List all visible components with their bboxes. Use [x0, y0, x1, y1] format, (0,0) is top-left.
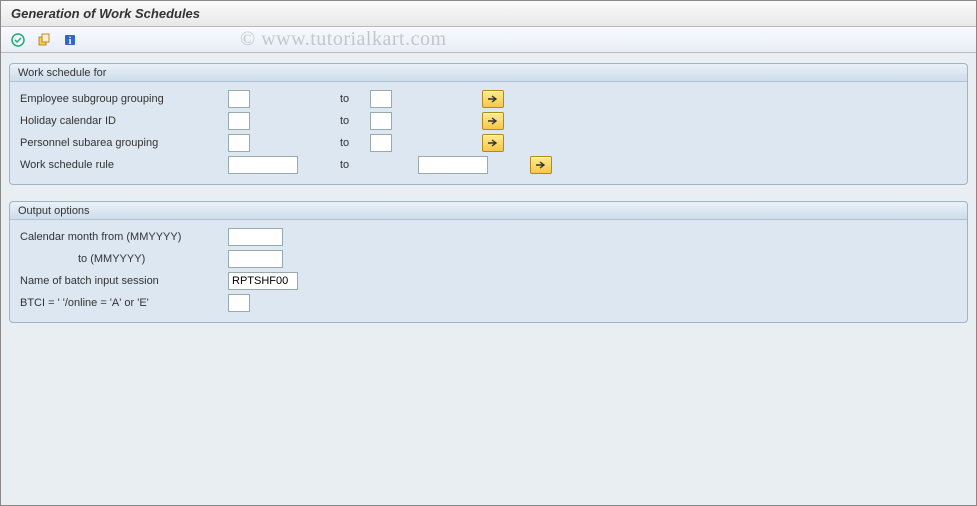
input-month-to[interactable]	[228, 250, 283, 268]
row-month-to: to (MMYYYY)	[18, 248, 959, 270]
to-label: to	[250, 115, 370, 127]
row-psa: Personnel subarea grouping to	[18, 132, 959, 154]
group-output-options: Output options Calendar month from (MMYY…	[9, 201, 968, 323]
multi-select-esg[interactable]	[482, 90, 504, 108]
group-work-schedule-body: Employee subgroup grouping to Holiday ca…	[10, 82, 967, 184]
input-esg-to[interactable]	[370, 90, 392, 108]
input-hcal-from[interactable]	[228, 112, 250, 130]
group-output-body: Calendar month from (MMYYYY) to (MMYYYY)…	[10, 220, 967, 322]
row-btci: BTCI = ' '/online = 'A' or 'E'	[18, 292, 959, 314]
input-month-from[interactable]	[228, 228, 283, 246]
label-hcal: Holiday calendar ID	[18, 115, 228, 127]
input-psa-to[interactable]	[370, 134, 392, 152]
multi-select-psa[interactable]	[482, 134, 504, 152]
label-psa: Personnel subarea grouping	[18, 137, 228, 149]
label-esg: Employee subgroup grouping	[18, 93, 228, 105]
input-btci[interactable]	[228, 294, 250, 312]
group-work-schedule: Work schedule for Employee subgroup grou…	[9, 63, 968, 185]
input-hcal-to[interactable]	[370, 112, 392, 130]
content-area: Work schedule for Employee subgroup grou…	[1, 53, 976, 505]
execute-icon	[11, 33, 25, 47]
label-batch-name: Name of batch input session	[18, 275, 228, 287]
info-button[interactable]: i	[59, 30, 81, 50]
arrow-right-icon	[535, 160, 547, 170]
page-header: Generation of Work Schedules	[1, 1, 976, 27]
label-btci: BTCI = ' '/online = 'A' or 'E'	[18, 297, 228, 309]
group-work-schedule-title: Work schedule for	[10, 64, 967, 82]
arrow-right-icon	[487, 94, 499, 104]
row-esg: Employee subgroup grouping to	[18, 88, 959, 110]
to-label: to	[250, 93, 370, 105]
arrow-right-icon	[487, 138, 499, 148]
arrow-right-icon	[487, 116, 499, 126]
input-wsr-from[interactable]	[228, 156, 298, 174]
row-batch-name: Name of batch input session	[18, 270, 959, 292]
input-esg-from[interactable]	[228, 90, 250, 108]
label-month-from: Calendar month from (MMYYYY)	[18, 231, 228, 243]
input-batch-name[interactable]	[228, 272, 298, 290]
row-month-from: Calendar month from (MMYYYY)	[18, 226, 959, 248]
group-output-title: Output options	[10, 202, 967, 220]
execute-button[interactable]	[7, 30, 29, 50]
copy-variant-icon	[37, 33, 51, 47]
to-label: to	[250, 137, 370, 149]
input-wsr-to[interactable]	[418, 156, 488, 174]
row-hcal: Holiday calendar ID to	[18, 110, 959, 132]
row-wsr: Work schedule rule to	[18, 154, 959, 176]
app-toolbar: i	[1, 27, 976, 53]
multi-select-wsr[interactable]	[530, 156, 552, 174]
to-label: to	[298, 159, 418, 171]
variants-button[interactable]	[33, 30, 55, 50]
multi-select-hcal[interactable]	[482, 112, 504, 130]
svg-text:i: i	[69, 36, 72, 47]
info-icon: i	[63, 33, 77, 47]
page-title: Generation of Work Schedules	[11, 6, 200, 21]
label-wsr: Work schedule rule	[18, 159, 228, 171]
input-psa-from[interactable]	[228, 134, 250, 152]
label-month-to: to (MMYYYY)	[18, 253, 228, 265]
